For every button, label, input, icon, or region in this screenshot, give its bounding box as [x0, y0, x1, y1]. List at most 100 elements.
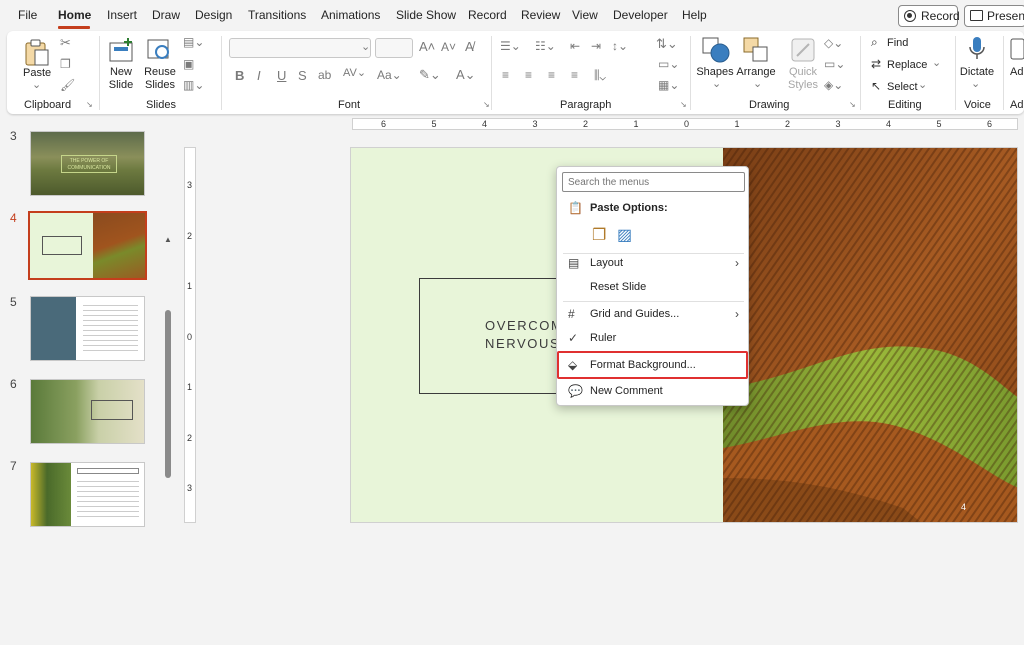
- format-painter-icon[interactable]: 🖌: [60, 78, 75, 92]
- tab-review[interactable]: Review: [521, 8, 560, 22]
- thumbnail-scrollbar[interactable]: ▲: [164, 235, 172, 645]
- italic-icon[interactable]: I: [257, 68, 261, 83]
- tab-record[interactable]: Record: [468, 8, 507, 22]
- copy-icon[interactable]: ❐: [60, 57, 71, 71]
- menu-item-new-comment[interactable]: 💬 New Comment: [558, 379, 747, 403]
- slide-thumbnail-3[interactable]: THE POWER OF COMMUNICATION: [30, 131, 145, 196]
- paste-keep-formatting-icon[interactable]: ❐: [592, 225, 606, 245]
- tab-draw[interactable]: Draw: [152, 8, 180, 22]
- tab-developer[interactable]: Developer: [613, 8, 668, 22]
- menu-item-grid-and-guides[interactable]: # Grid and Guides... ›: [558, 302, 747, 326]
- select-label[interactable]: Select: [887, 81, 918, 94]
- slide-thumbnail-6[interactable]: [30, 379, 145, 444]
- add-ins-label[interactable]: Ad: [1010, 66, 1023, 79]
- shape-effects-icon[interactable]: ◈⌄: [824, 78, 843, 92]
- new-slide-label-2[interactable]: Slide: [106, 79, 136, 92]
- find-icon[interactable]: ⌕: [871, 35, 878, 50]
- tab-view[interactable]: View: [572, 8, 598, 22]
- font-color-icon[interactable]: A⌄: [456, 67, 476, 83]
- reset-icon[interactable]: ▣: [183, 57, 194, 71]
- scroll-up-icon[interactable]: ▲: [164, 235, 172, 244]
- numbering-icon[interactable]: ☷⌄: [535, 39, 556, 53]
- present-button[interactable]: Present: [964, 5, 1024, 27]
- tab-design[interactable]: Design: [195, 8, 232, 22]
- paste-dropdown-icon[interactable]: ⌄: [32, 78, 41, 91]
- align-right-icon[interactable]: ≡: [548, 68, 555, 82]
- char-spacing-icon[interactable]: AV⌄: [343, 66, 366, 79]
- menu-item-reset-slide[interactable]: Reset Slide: [558, 275, 747, 299]
- record-icon: [904, 10, 916, 22]
- font-size-field[interactable]: [375, 38, 413, 58]
- shape-outline-icon[interactable]: ▭⌄: [824, 57, 845, 71]
- slide-thumbnail-5[interactable]: [30, 296, 145, 361]
- menu-item-ruler[interactable]: ✓ Ruler: [558, 326, 747, 350]
- strikethrough-icon[interactable]: S: [298, 68, 307, 83]
- align-center-icon[interactable]: ≡: [525, 68, 532, 82]
- tab-slide-show[interactable]: Slide Show: [396, 8, 456, 22]
- align-left-icon[interactable]: ≡: [502, 68, 509, 82]
- menu-item-layout[interactable]: ▤ Layout ›: [558, 251, 747, 275]
- font-name-field[interactable]: [229, 38, 371, 58]
- decrease-indent-icon[interactable]: ⇤: [570, 39, 580, 53]
- highlight-icon[interactable]: ✎⌄: [419, 67, 441, 83]
- quick-styles-icon[interactable]: [789, 36, 819, 64]
- tab-home[interactable]: Home: [58, 8, 91, 22]
- underline-icon[interactable]: U: [277, 68, 286, 83]
- tab-insert[interactable]: Insert: [107, 8, 137, 22]
- add-ins-icon[interactable]: [1010, 37, 1024, 61]
- tab-file[interactable]: File: [18, 8, 37, 22]
- record-button[interactable]: Record: [898, 5, 960, 27]
- drawing-launcher-icon[interactable]: ↘: [849, 100, 856, 109]
- slide-field-photo[interactable]: [723, 148, 1018, 523]
- change-case-icon[interactable]: Aa⌄: [377, 68, 402, 82]
- bold-icon[interactable]: B: [235, 68, 244, 83]
- smartart-icon[interactable]: ▦⌄: [658, 78, 679, 92]
- shape-fill-icon[interactable]: ◇⌄: [824, 36, 843, 50]
- ruler-number: 5: [936, 119, 942, 129]
- arrange-icon[interactable]: [742, 36, 772, 64]
- new-slide-icon[interactable]: [108, 37, 136, 63]
- select-icon[interactable]: ↖: [871, 79, 881, 93]
- replace-label[interactable]: Replace: [887, 59, 927, 72]
- replace-icon[interactable]: ⇄: [871, 57, 881, 71]
- thumbnail-photo: [93, 213, 145, 278]
- paste-icon[interactable]: [23, 37, 51, 67]
- new-slide-label-1[interactable]: New: [107, 66, 135, 79]
- bullets-icon[interactable]: ☰⌄: [500, 39, 521, 53]
- font-launcher-icon[interactable]: ↘: [483, 100, 490, 109]
- decrease-font-icon[interactable]: A˅: [441, 40, 456, 54]
- text-direction-icon[interactable]: ⇅⌄: [656, 36, 678, 52]
- quick-styles-label-1[interactable]: Quick: [785, 66, 821, 79]
- reuse-slides-label-2[interactable]: Slides: [143, 79, 177, 92]
- tab-animations[interactable]: Animations: [321, 8, 380, 22]
- ruler-number: 6: [987, 119, 993, 129]
- tab-transitions[interactable]: Transitions: [248, 8, 306, 22]
- justify-icon[interactable]: ≡: [571, 68, 578, 82]
- paste-as-picture-icon[interactable]: ▨: [617, 225, 632, 245]
- drawing-group-label: Drawing: [749, 99, 790, 111]
- quick-styles-label-2[interactable]: Styles: [782, 79, 824, 92]
- increase-indent-icon[interactable]: ⇥: [591, 39, 601, 53]
- align-text-icon[interactable]: ▭⌄: [658, 57, 679, 71]
- reuse-slides-icon[interactable]: [146, 37, 174, 63]
- slide-thumbnail-4[interactable]: [28, 211, 147, 280]
- cut-icon[interactable]: ✂: [60, 35, 71, 51]
- microphone-icon[interactable]: [967, 35, 987, 65]
- columns-icon[interactable]: ⫼⌄: [594, 68, 606, 83]
- reuse-slides-label-1[interactable]: Reuse: [144, 66, 176, 79]
- section-icon[interactable]: ▥⌄: [183, 78, 204, 92]
- line-spacing-icon[interactable]: ↕⌄: [612, 39, 628, 53]
- increase-font-icon[interactable]: A˄: [419, 39, 435, 54]
- slide-thumbnail-7[interactable]: [30, 462, 145, 527]
- shapes-icon[interactable]: [701, 36, 731, 64]
- tab-help[interactable]: Help: [682, 8, 707, 22]
- shadow-icon[interactable]: ab: [318, 68, 331, 82]
- scrollbar-handle[interactable]: [165, 310, 171, 478]
- menu-search-input[interactable]: [562, 172, 745, 192]
- find-label[interactable]: Find: [887, 37, 908, 50]
- clipboard-launcher-icon[interactable]: ↘: [86, 100, 93, 109]
- clear-formatting-icon[interactable]: A̸: [465, 39, 474, 54]
- paragraph-launcher-icon[interactable]: ↘: [680, 100, 687, 109]
- ruler-number: 1: [187, 382, 193, 392]
- layout-icon[interactable]: ▤⌄: [183, 35, 204, 49]
